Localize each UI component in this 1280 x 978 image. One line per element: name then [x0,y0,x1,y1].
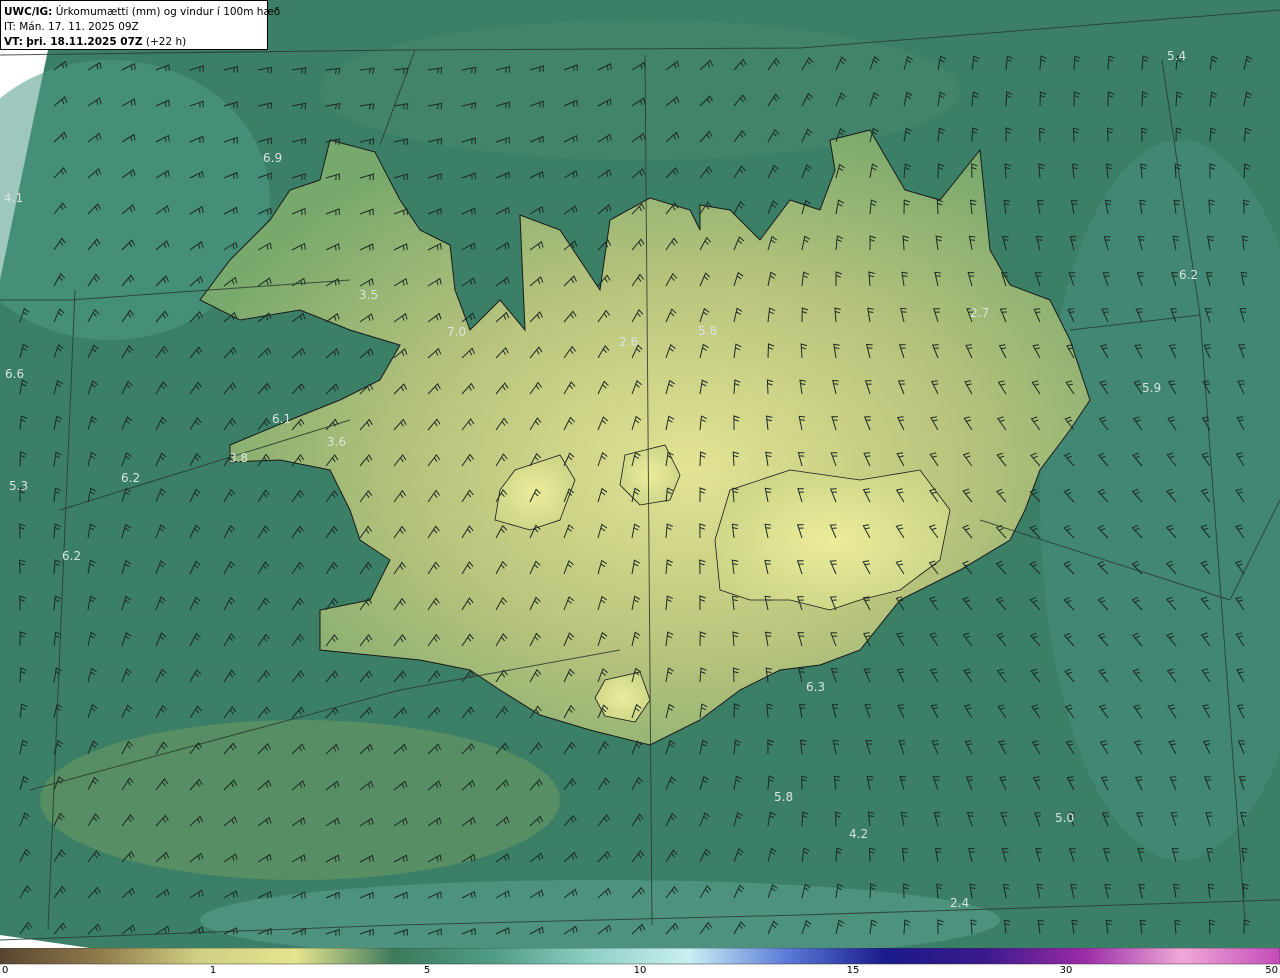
value-label: 3.6 [327,435,346,449]
value-label: 2.7 [970,306,989,320]
value-label: 5.8 [698,324,717,338]
value-label: 4.1 [4,191,23,205]
value-label: 5.3 [9,479,28,493]
value-label: 5.9 [1142,381,1161,395]
valid-time: þri. 18.11.2025 07Z [26,36,143,48]
map-header: UWC/IG: Úrkomumætti (mm) og vindur í 100… [0,0,280,50]
issue-time: IT: Mán. 17. 11. 2025 09Z [4,21,139,33]
value-label: 2.6 [619,335,638,349]
colorbar-tick: 10 [633,965,647,976]
colorbar-tick: 0 [2,965,9,976]
sea-shade-south [40,720,560,880]
value-label: 6.9 [263,151,282,165]
colorbar-strip [0,948,1280,965]
header-line-3: VT: þri. 18.11.2025 07Z (+22 h) [4,35,267,50]
value-label: 3.8 [229,451,248,465]
value-label: 5.0 [1055,811,1074,825]
colorbar-tick: 15 [846,965,860,976]
colorbar-tick: 50 [1265,965,1278,976]
model-name: UWC/IG: [4,6,53,18]
value-label: 6.1 [272,412,291,426]
value-label: 6.2 [121,471,140,485]
colorbar-tick: 1 [209,965,217,976]
header-line-1: UWC/IG: Úrkomumætti (mm) og vindur í 100… [4,5,280,20]
valid-label: VT: [4,36,23,48]
value-label: 6.2 [1179,268,1198,282]
weather-map: 5.4 6.9 4.1 3.5 7.0 2.6 5.8 2.7 6.2 6.6 … [0,0,1280,948]
value-label: 6.6 [5,367,24,381]
value-label: 2.4 [950,896,969,910]
value-label: 6.3 [806,680,825,694]
value-label: 6.2 [62,549,81,563]
value-label: 7.0 [447,325,466,339]
lead-time: (+22 h) [145,36,187,48]
value-label: 5.8 [774,790,793,804]
colorbar-tick: 5 [423,965,431,976]
value-label: 3.5 [359,288,378,302]
value-label: 5.4 [1167,49,1186,63]
map-title: Úrkomumætti (mm) og vindur í 100m hæð [55,6,281,18]
value-label: 4.2 [849,827,868,841]
colorbar-tick: 30 [1059,965,1073,976]
colorbar: 0 1 5 10 15 30 50 [0,948,1280,978]
